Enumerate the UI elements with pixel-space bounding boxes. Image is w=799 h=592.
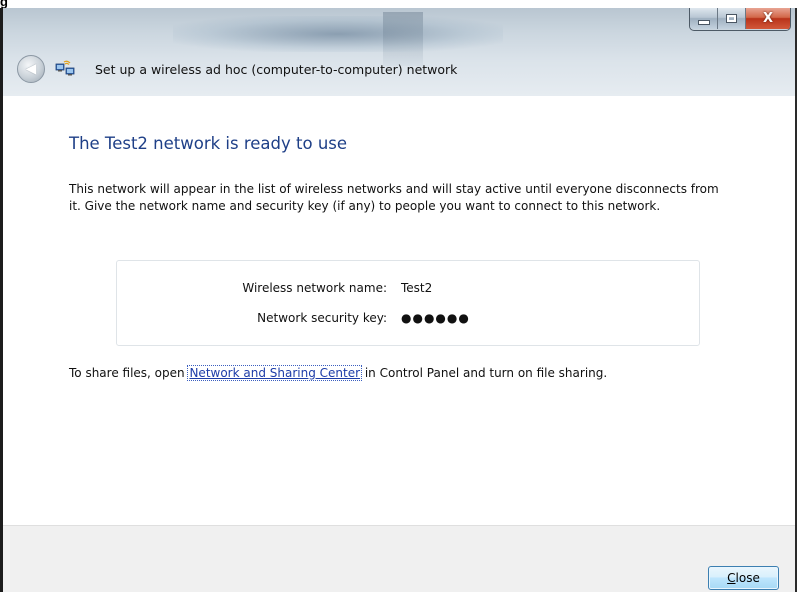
close-window-button[interactable]: X [746, 8, 790, 29]
navigation-row: ◀ Set up a wireless ad hoc (computer-to-… [17, 54, 457, 84]
back-button[interactable]: ◀ [17, 55, 45, 83]
wizard-window: X ◀ Set up a wireless ad hoc (computer-t… [0, 8, 797, 592]
close-button-label: lose [735, 571, 760, 585]
window-controls: X [689, 8, 791, 31]
share-files-text: To share files, open Network and Sharing… [69, 365, 608, 381]
figure-caption-fragment: g [0, 0, 8, 9]
security-key-value: ●●●●●● [401, 311, 470, 325]
wizard-content: The Test2 network is ready to use This n… [3, 96, 795, 525]
share-text-before: To share files, open [69, 366, 189, 380]
network-name-row: Wireless network name: Test2 [117, 281, 701, 301]
minimize-button[interactable] [690, 8, 718, 29]
wizard-footer: Close [3, 525, 795, 592]
window-title: Set up a wireless ad hoc (computer-to-co… [95, 61, 458, 77]
intro-text: This network will appear in the list of … [69, 182, 719, 213]
security-key-label: Network security key: [257, 311, 387, 325]
network-name-label: Wireless network name: [242, 281, 387, 295]
network-name-value: Test2 [401, 281, 433, 295]
maximize-icon [726, 14, 737, 23]
close-button[interactable]: Close [708, 566, 779, 590]
share-text-after: in Control Panel and turn on file sharin… [361, 366, 608, 380]
close-icon: X [762, 11, 774, 26]
close-button-accelerator: C [727, 571, 736, 585]
security-key-row: Network security key: ●●●●●● [117, 311, 701, 331]
page-heading: The Test2 network is ready to use [69, 134, 348, 153]
back-arrow-icon: ◀ [25, 61, 37, 77]
network-sharing-center-link[interactable]: Network and Sharing Center [187, 365, 363, 381]
network-icon [55, 60, 75, 76]
glass-background [173, 16, 503, 52]
title-bar: X ◀ Set up a wireless ad hoc (computer-t… [3, 8, 795, 96]
minimize-icon [697, 20, 710, 25]
maximize-button[interactable] [718, 8, 746, 29]
network-details-box: Wireless network name: Test2 Network sec… [116, 260, 700, 346]
